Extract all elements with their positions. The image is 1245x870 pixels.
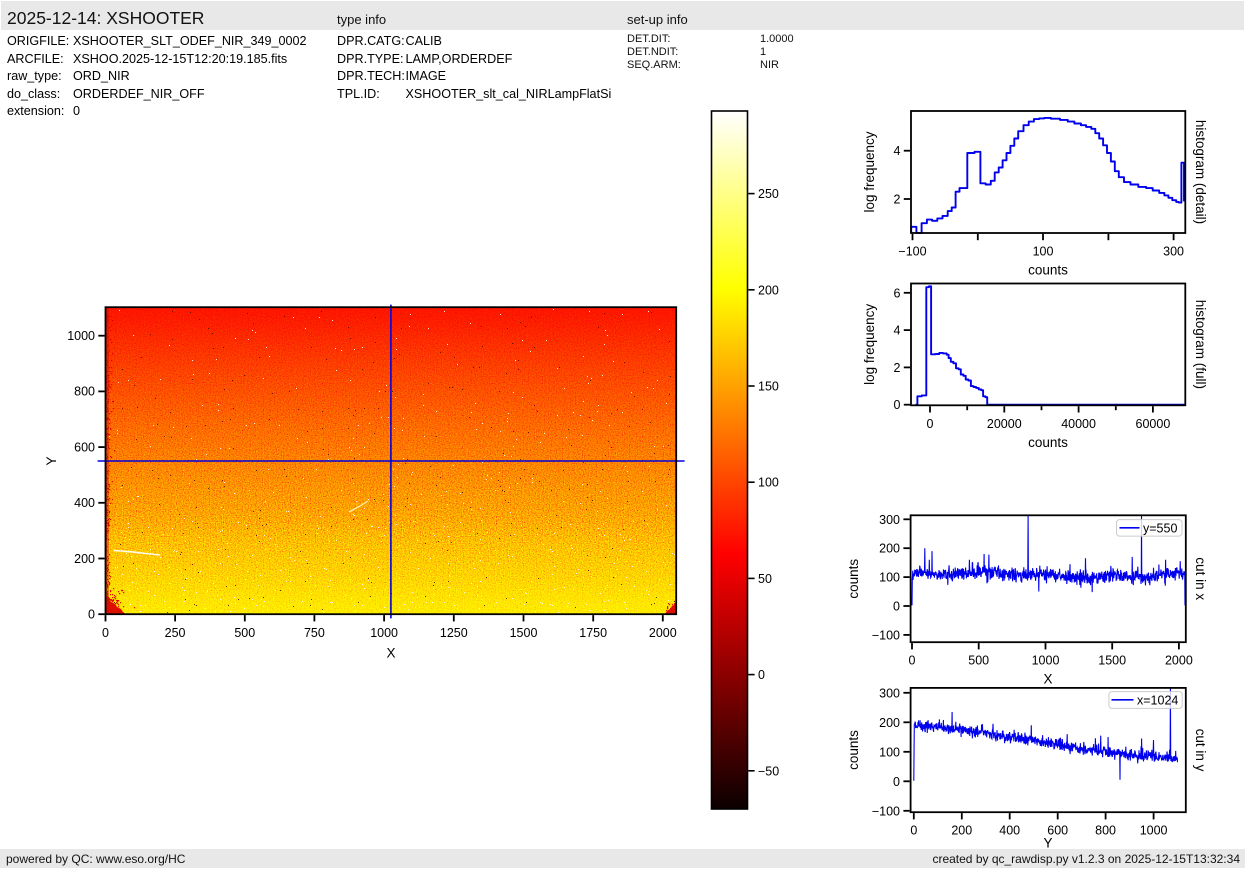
svg-text:0: 0: [910, 824, 917, 838]
svg-text:0: 0: [893, 775, 900, 789]
svg-text:1750: 1750: [579, 626, 607, 640]
svg-text:1000: 1000: [67, 329, 95, 343]
svg-text:0: 0: [909, 654, 916, 668]
svg-text:2: 2: [894, 361, 901, 375]
svg-text:0: 0: [758, 668, 765, 682]
svg-text:200: 200: [951, 824, 972, 838]
svg-text:1000: 1000: [370, 626, 398, 640]
svg-text:300: 300: [1163, 245, 1184, 259]
svg-text:Y: Y: [44, 456, 59, 465]
svg-text:750: 750: [304, 626, 325, 640]
svg-text:0: 0: [894, 398, 901, 412]
svg-text:6: 6: [894, 286, 901, 300]
svg-text:400: 400: [999, 824, 1020, 838]
svg-text:X: X: [386, 646, 395, 661]
svg-text:1000: 1000: [1140, 824, 1168, 838]
svg-text:−100: −100: [872, 804, 900, 818]
svg-text:100: 100: [1033, 245, 1054, 259]
svg-text:600: 600: [74, 440, 95, 454]
svg-text:counts: counts: [846, 559, 861, 599]
svg-text:2: 2: [894, 193, 901, 207]
svg-text:4: 4: [894, 144, 901, 158]
svg-text:200: 200: [758, 283, 779, 297]
svg-text:500: 500: [234, 626, 255, 640]
svg-text:y=550: y=550: [1143, 521, 1177, 535]
svg-text:100: 100: [879, 745, 900, 759]
svg-text:200: 200: [879, 542, 900, 556]
svg-text:histogram (full): histogram (full): [1193, 300, 1208, 389]
svg-text:0: 0: [88, 608, 95, 622]
svg-text:cut in y: cut in y: [1193, 729, 1208, 772]
svg-text:1500: 1500: [1098, 654, 1126, 668]
svg-text:−100: −100: [872, 628, 900, 642]
svg-text:counts: counts: [846, 730, 861, 770]
svg-text:400: 400: [74, 496, 95, 510]
svg-text:100: 100: [879, 571, 900, 585]
svg-text:500: 500: [968, 654, 989, 668]
svg-text:150: 150: [758, 380, 779, 394]
svg-text:2000: 2000: [1165, 654, 1193, 668]
svg-text:20000: 20000: [987, 417, 1022, 431]
svg-text:X: X: [1043, 672, 1052, 687]
svg-text:300: 300: [879, 513, 900, 527]
svg-text:cut in x: cut in x: [1193, 557, 1208, 600]
svg-text:0: 0: [102, 626, 109, 640]
svg-text:800: 800: [1095, 824, 1116, 838]
svg-text:200: 200: [879, 716, 900, 730]
svg-text:300: 300: [879, 686, 900, 700]
svg-text:0: 0: [893, 600, 900, 614]
svg-text:200: 200: [74, 552, 95, 566]
svg-text:800: 800: [74, 385, 95, 399]
svg-text:0: 0: [927, 417, 934, 431]
svg-text:2000: 2000: [649, 626, 677, 640]
svg-text:1500: 1500: [510, 626, 538, 640]
svg-text:4: 4: [894, 324, 901, 338]
svg-text:40000: 40000: [1061, 417, 1096, 431]
svg-text:50: 50: [758, 572, 772, 586]
svg-text:−100: −100: [898, 245, 926, 259]
svg-text:1000: 1000: [1032, 654, 1060, 668]
svg-text:60000: 60000: [1136, 417, 1171, 431]
svg-text:histogram (detail): histogram (detail): [1193, 120, 1208, 224]
svg-text:Y: Y: [1043, 836, 1052, 851]
svg-text:counts: counts: [1028, 435, 1068, 450]
svg-text:250: 250: [165, 626, 186, 640]
svg-text:log frequency: log frequency: [862, 304, 877, 385]
svg-text:100: 100: [758, 476, 779, 490]
svg-text:x=1024: x=1024: [1137, 693, 1178, 707]
svg-text:250: 250: [758, 187, 779, 201]
svg-text:−50: −50: [758, 764, 779, 778]
svg-text:log frequency: log frequency: [862, 131, 877, 212]
svg-text:counts: counts: [1028, 263, 1068, 278]
svg-text:1250: 1250: [440, 626, 468, 640]
